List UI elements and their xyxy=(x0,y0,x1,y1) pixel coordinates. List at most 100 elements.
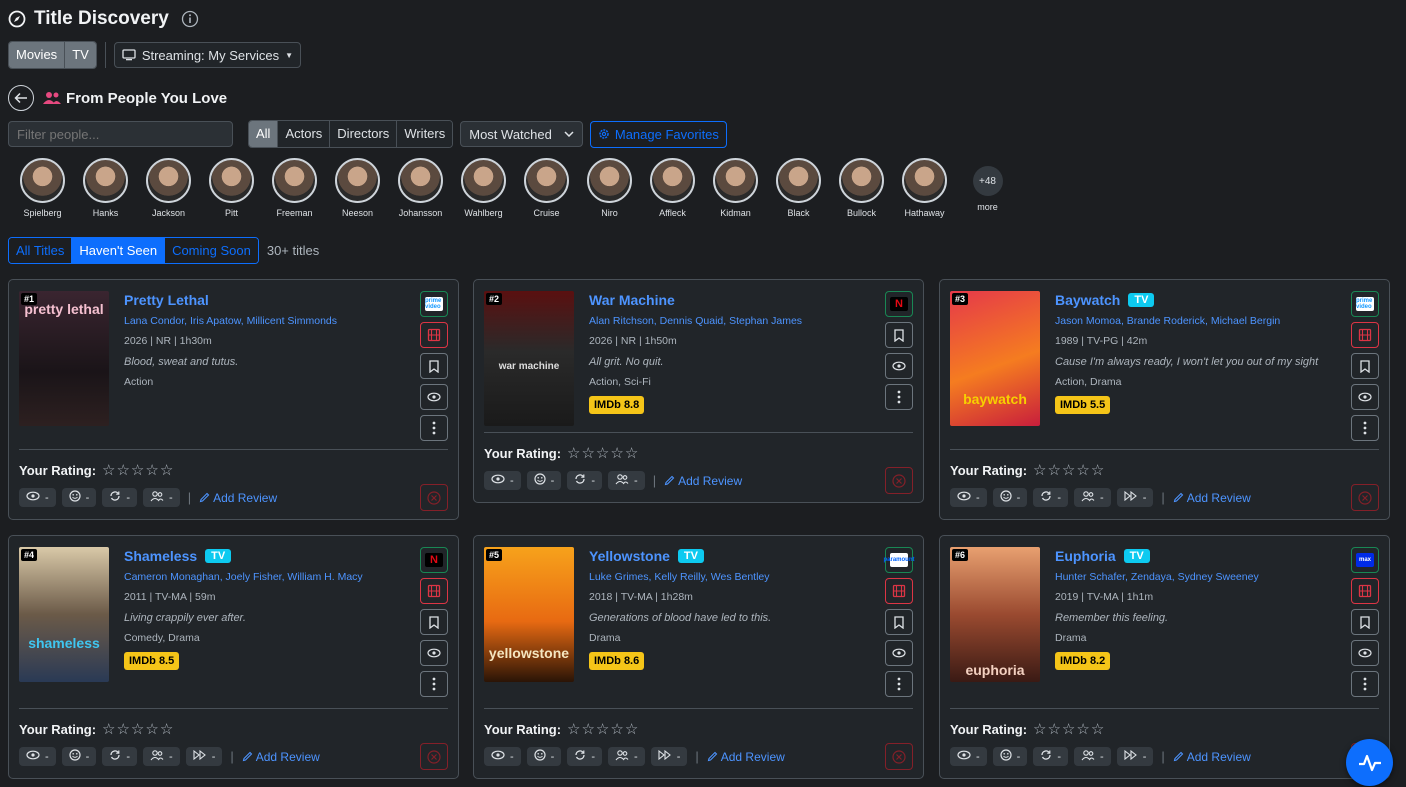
stat-chip[interactable]: - xyxy=(992,747,1028,766)
poster[interactable]: euphoria #6 xyxy=(950,547,1040,682)
cast-links[interactable]: Cameron Monaghan, Joely Fisher, William … xyxy=(124,571,414,583)
person-cruise[interactable]: Cruise xyxy=(515,158,578,218)
streaming-service-button[interactable]: paramount xyxy=(884,547,915,573)
poster[interactable]: shameless #4 xyxy=(19,547,109,682)
star-rating[interactable]: ☆☆☆☆☆ xyxy=(102,720,174,738)
title-link[interactable]: War Machine xyxy=(589,292,675,308)
role-tab-directors[interactable]: Directors xyxy=(330,121,398,147)
stat-chip[interactable]: - xyxy=(950,488,987,507)
dismiss-button[interactable] xyxy=(1351,484,1379,511)
trailer-button[interactable] xyxy=(420,322,448,348)
add-review-link[interactable]: Add Review xyxy=(707,750,785,764)
bookmark-button[interactable] xyxy=(885,322,913,348)
stat-chip[interactable]: - xyxy=(484,747,521,766)
role-tab-all[interactable]: All xyxy=(249,121,279,147)
stat-chip[interactable]: - xyxy=(608,471,645,490)
streaming-service-button[interactable]: N xyxy=(420,547,448,573)
star-rating[interactable]: ☆☆☆☆☆ xyxy=(567,444,639,462)
poster[interactable]: WAR MACHINE #2 xyxy=(484,291,574,426)
stat-chip[interactable]: - xyxy=(567,747,603,766)
activity-fab-button[interactable] xyxy=(1346,739,1393,786)
stat-chip[interactable]: - xyxy=(526,747,562,766)
bookmark-button[interactable] xyxy=(885,609,913,635)
stat-chip[interactable]: - xyxy=(19,747,56,766)
add-review-link[interactable]: Add Review xyxy=(664,474,742,488)
view-tab-all-titles[interactable]: All Titles xyxy=(9,238,73,263)
stat-chip[interactable]: - xyxy=(185,747,223,766)
cast-links[interactable]: Luke Grimes, Kelly Reilly, Wes Bentley xyxy=(589,571,879,583)
streaming-service-button[interactable]: prime video xyxy=(1351,291,1379,317)
sort-dropdown[interactable]: Most Watched xyxy=(460,121,583,147)
cast-links[interactable]: Lana Condor, Iris Apatow, Millicent Simm… xyxy=(124,315,414,327)
trailer-button[interactable] xyxy=(1351,578,1379,604)
add-review-link[interactable]: Add Review xyxy=(242,750,320,764)
view-tab-coming-soon[interactable]: Coming Soon xyxy=(165,238,258,263)
streaming-service-button[interactable]: N xyxy=(885,291,913,317)
cast-links[interactable]: Hunter Schafer, Zendaya, Sydney Sweeney xyxy=(1055,571,1345,583)
mark-watched-button[interactable] xyxy=(1351,384,1379,410)
stat-chip[interactable]: - xyxy=(526,471,562,490)
stat-chip[interactable]: - xyxy=(992,488,1028,507)
person-pitt[interactable]: Pitt xyxy=(200,158,263,218)
title-link[interactable]: Yellowstone xyxy=(589,548,670,564)
cast-links[interactable]: Alan Ritchson, Dennis Quaid, Stephan Jam… xyxy=(589,315,879,327)
person-jackson[interactable]: Jackson xyxy=(137,158,200,218)
star-rating[interactable]: ☆☆☆☆☆ xyxy=(1033,720,1105,738)
stat-chip[interactable]: - xyxy=(484,471,521,490)
dismiss-button[interactable] xyxy=(885,467,913,494)
stat-chip[interactable]: - xyxy=(1033,747,1069,766)
mark-watched-button[interactable] xyxy=(420,640,448,666)
stat-chip[interactable]: - xyxy=(608,747,645,766)
dismiss-button[interactable] xyxy=(420,743,448,770)
filter-people-input[interactable] xyxy=(8,121,233,147)
more-options-button[interactable] xyxy=(1351,671,1379,697)
person-affleck[interactable]: Affleck xyxy=(641,158,704,218)
title-link[interactable]: Baywatch xyxy=(1055,292,1120,308)
stat-chip[interactable]: - xyxy=(143,488,180,507)
more-options-button[interactable] xyxy=(885,384,913,410)
cast-links[interactable]: Jason Momoa, Brande Roderick, Michael Be… xyxy=(1055,315,1345,327)
stat-chip[interactable]: - xyxy=(567,471,603,490)
view-tab-havent-seen[interactable]: Haven't Seen xyxy=(72,238,166,263)
role-tab-actors[interactable]: Actors xyxy=(278,121,331,147)
dismiss-button[interactable] xyxy=(885,743,913,770)
mark-watched-button[interactable] xyxy=(885,640,913,666)
movies-button[interactable]: Movies xyxy=(9,42,66,68)
stat-chip[interactable]: - xyxy=(143,747,180,766)
more-people-button[interactable]: +48 more xyxy=(956,158,1019,218)
add-review-link[interactable]: Add Review xyxy=(1173,491,1251,505)
mark-watched-button[interactable] xyxy=(420,384,448,410)
add-review-link[interactable]: Add Review xyxy=(1173,750,1251,764)
person-hanks[interactable]: Hanks xyxy=(74,158,137,218)
star-rating[interactable]: ☆☆☆☆☆ xyxy=(567,720,639,738)
bookmark-button[interactable] xyxy=(1351,353,1379,379)
info-icon[interactable] xyxy=(181,10,199,28)
bookmark-button[interactable] xyxy=(420,353,448,379)
back-button[interactable] xyxy=(8,85,34,111)
stat-chip[interactable]: - xyxy=(1074,747,1111,766)
stat-chip[interactable]: - xyxy=(19,488,56,507)
person-wahlberg[interactable]: Wahlberg xyxy=(452,158,515,218)
trailer-button[interactable] xyxy=(420,578,448,604)
stat-chip[interactable]: - xyxy=(1074,488,1111,507)
streaming-service-button[interactable]: prime video xyxy=(420,291,448,317)
trailer-button[interactable] xyxy=(1351,322,1379,348)
person-neeson[interactable]: Neeson xyxy=(326,158,389,218)
poster[interactable]: BAYWATCH #3 xyxy=(950,291,1040,426)
person-freeman[interactable]: Freeman xyxy=(263,158,326,218)
person-kidman[interactable]: Kidman xyxy=(704,158,767,218)
tv-button[interactable]: TV xyxy=(65,42,96,68)
stat-chip[interactable]: - xyxy=(102,488,138,507)
person-spielberg[interactable]: Spielberg xyxy=(11,158,74,218)
person-bullock[interactable]: Bullock xyxy=(830,158,893,218)
dismiss-button[interactable] xyxy=(420,484,448,511)
stat-chip[interactable]: - xyxy=(1033,488,1069,507)
role-tab-writers[interactable]: Writers xyxy=(397,121,453,147)
stat-chip[interactable]: - xyxy=(61,488,97,507)
streaming-dropdown[interactable]: Streaming: My Services ▼ xyxy=(113,42,301,68)
add-review-link[interactable]: Add Review xyxy=(199,491,277,505)
star-rating[interactable]: ☆☆☆☆☆ xyxy=(1033,461,1105,479)
title-link[interactable]: Shameless xyxy=(124,548,197,564)
poster[interactable]: PRETTY LETHAL #1 xyxy=(19,291,109,426)
manage-favorites-button[interactable]: Manage Favorites xyxy=(589,120,727,148)
